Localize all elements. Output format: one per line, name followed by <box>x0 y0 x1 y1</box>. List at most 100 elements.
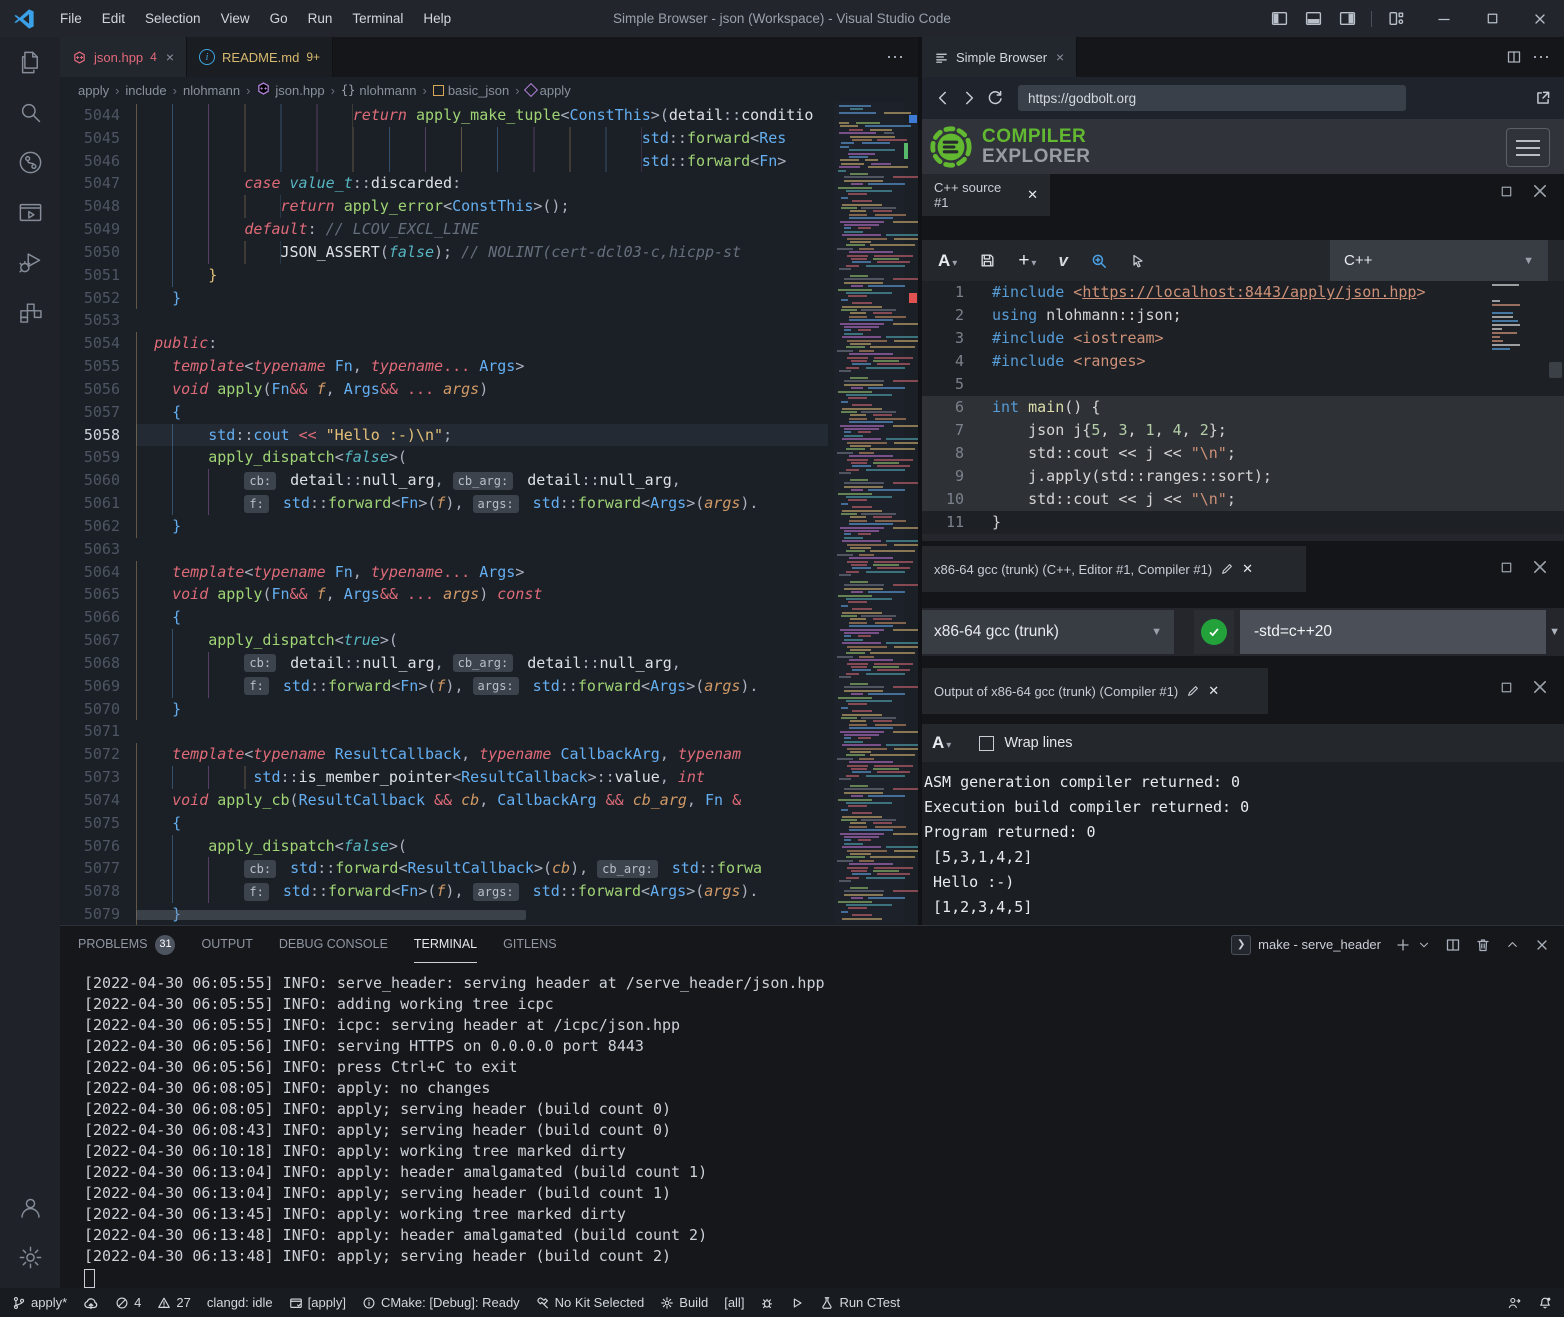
run-debug-icon[interactable] <box>0 237 60 287</box>
terminal-output[interactable]: [2022-04-30 06:05:55] INFO: serve_header… <box>84 973 1554 1284</box>
close-icon[interactable]: ✕ <box>1208 683 1219 699</box>
status-play[interactable] <box>790 1296 804 1310</box>
wrap-lines-checkbox[interactable] <box>979 736 994 751</box>
status-all[interactable]: [all] <box>724 1295 744 1310</box>
close-button[interactable] <box>1526 5 1554 33</box>
breadcrumb-item[interactable]: apply <box>526 83 571 98</box>
ce-code-line[interactable]: 4#include <ranges> <box>922 350 1564 373</box>
status-bell[interactable] <box>1538 1296 1552 1310</box>
ce-code-line[interactable]: 1#include <https://localhost:8443/apply/… <box>922 281 1564 304</box>
ce-code-line[interactable]: 7 json j{5, 3, 1, 4, 2}; <box>922 419 1564 442</box>
code-line[interactable]: 5057{ <box>60 401 828 424</box>
code-line[interactable]: 5055template<typename Fn, typename... Ar… <box>60 355 828 378</box>
code-line[interactable]: 5058std::cout << "Hello :-)\n"; <box>60 424 828 447</box>
breadcrumb-item[interactable]: {}nlohmann <box>341 83 417 98</box>
compiler-options-input[interactable]: -std=c++20 <box>1240 610 1546 654</box>
compiler-select[interactable]: x86-64 gcc (trunk)▼ <box>922 610 1174 654</box>
code-line[interactable]: 5075{ <box>60 812 828 835</box>
close-icon[interactable]: ✕ <box>1027 187 1038 203</box>
status-bug[interactable] <box>760 1296 774 1310</box>
kill-terminal-icon[interactable] <box>1475 937 1491 953</box>
breadcrumb-item[interactable]: include <box>125 83 166 98</box>
code-line[interactable]: 5060cb: detail::null_arg, cb_arg: detail… <box>60 469 828 492</box>
split-editor-icon[interactable] <box>1506 49 1522 65</box>
code-line[interactable]: 5053 <box>60 309 828 332</box>
panel-tab-output[interactable]: OUTPUT <box>201 926 252 963</box>
save-icon[interactable] <box>979 252 996 269</box>
status-cloud[interactable] <box>83 1295 99 1311</box>
ce-code-line[interactable]: 2using nlohmann::json; <box>922 304 1564 327</box>
forward-icon[interactable] <box>960 89 978 107</box>
minimap[interactable] <box>834 103 904 923</box>
code-line[interactable]: 5069f: std::forward<Fn>(f), args: std::f… <box>60 675 828 698</box>
ce-output-tab[interactable]: Output of x86-64 gcc (trunk) (Compiler #… <box>922 668 1268 714</box>
split-terminal-icon[interactable] <box>1445 937 1461 953</box>
code-line[interactable]: 5063 <box>60 538 828 561</box>
menu-view[interactable]: View <box>211 0 260 37</box>
ce-code-line[interactable]: 8 std::cout << j << "\n"; <box>922 442 1564 465</box>
ce-code-line[interactable]: 11} <box>922 511 1564 534</box>
status-clangd-idle[interactable]: clangd: idle <box>207 1295 273 1310</box>
source-control-icon[interactable] <box>0 137 60 187</box>
code-line[interactable]: 5044return apply_make_tuple<ConstThis>(d… <box>60 104 828 127</box>
close-panel-icon[interactable] <box>1534 937 1550 953</box>
panel-tab-problems[interactable]: PROBLEMS31 <box>78 926 175 963</box>
menu-file[interactable]: File <box>50 0 92 37</box>
maximize-panel-icon[interactable] <box>1505 937 1520 952</box>
options-dropdown-icon[interactable]: ▼ <box>1549 626 1560 638</box>
code-line[interactable]: 5052} <box>60 287 828 310</box>
close-icon[interactable] <box>1530 677 1551 698</box>
open-external-icon[interactable] <box>1534 89 1552 107</box>
menu-run[interactable]: Run <box>298 0 343 37</box>
ce-code-line[interactable]: 9 j.apply(std::ranges::sort); <box>922 465 1564 488</box>
edit-icon[interactable] <box>1220 562 1234 576</box>
layout-panel-icon[interactable] <box>1299 5 1327 33</box>
tab-simple-browser[interactable]: Simple Browser × <box>922 37 1077 77</box>
editor-more-actions-icon[interactable]: ⋯ <box>1532 47 1550 68</box>
extensions-icon[interactable] <box>0 287 60 337</box>
maximize-icon[interactable] <box>1499 679 1514 695</box>
panel-tab-terminal[interactable]: TERMINAL <box>414 926 477 963</box>
code-line[interactable]: 5077cb: std::forward<ResultCallback>(cb)… <box>60 857 828 880</box>
reload-icon[interactable] <box>986 89 1004 107</box>
breadcrumb-item[interactable]: json.hpp <box>256 81 324 99</box>
test-explorer-icon[interactable] <box>0 187 60 237</box>
font-size-button[interactable]: A▾ <box>938 251 957 271</box>
code-line[interactable]: 5059apply_dispatch<false>( <box>60 446 828 469</box>
layout-sidebar-left-icon[interactable] <box>1265 5 1293 33</box>
edit-icon[interactable] <box>1186 684 1200 698</box>
back-icon[interactable] <box>934 89 952 107</box>
terminal-dropdown-icon[interactable] <box>1417 938 1431 952</box>
minimize-button[interactable] <box>1430 5 1458 33</box>
horizontal-scrollbar[interactable] <box>136 910 526 920</box>
status-cmake-debug-ready[interactable]: CMake: [Debug]: Ready <box>362 1295 520 1310</box>
ce-code-line[interactable]: 10 std::cout << j << "\n"; <box>922 488 1564 511</box>
settings-gear-icon[interactable] <box>0 1232 60 1282</box>
browser-scrollbar[interactable] <box>1549 362 1562 378</box>
code-line[interactable]: 5051} <box>60 264 828 287</box>
close-icon[interactable] <box>1530 557 1551 578</box>
status-build[interactable]: Build <box>660 1295 708 1310</box>
ce-code-line[interactable]: 6int main() { <box>922 396 1564 419</box>
code-line[interactable]: 5054public: <box>60 332 828 355</box>
language-select[interactable]: C++▼ <box>1330 240 1548 281</box>
code-line[interactable]: 5073std::is_member_pointer<ResultCallbac… <box>60 766 828 789</box>
status-person[interactable] <box>1507 1296 1522 1310</box>
vim-mode-icon[interactable]: v <box>1058 251 1067 271</box>
new-terminal-icon[interactable] <box>1395 937 1411 953</box>
menu-selection[interactable]: Selection <box>135 0 211 37</box>
customize-layout-icon[interactable] <box>1382 5 1410 33</box>
maximize-icon[interactable] <box>1499 183 1514 199</box>
tab-readme-md[interactable]: i README.md 9+ <box>187 37 333 77</box>
layout-sidebar-right-icon[interactable] <box>1333 5 1361 33</box>
code-editor[interactable]: 5044return apply_make_tuple<ConstThis>(d… <box>60 103 918 925</box>
code-line[interactable]: 5056void apply(Fn&& f, Args&& ... args) <box>60 378 828 401</box>
maximize-icon[interactable] <box>1499 559 1514 575</box>
status-27[interactable]: 27 <box>157 1295 190 1310</box>
panel-tab-gitlens[interactable]: GITLENS <box>503 926 557 963</box>
add-pane-button[interactable]: +▾ <box>1018 250 1036 272</box>
tab-close-icon[interactable]: × <box>1056 49 1064 65</box>
menu-edit[interactable]: Edit <box>92 0 135 37</box>
status-apply[interactable]: apply* <box>12 1295 67 1310</box>
code-line[interactable]: 5067apply_dispatch<true>( <box>60 629 828 652</box>
